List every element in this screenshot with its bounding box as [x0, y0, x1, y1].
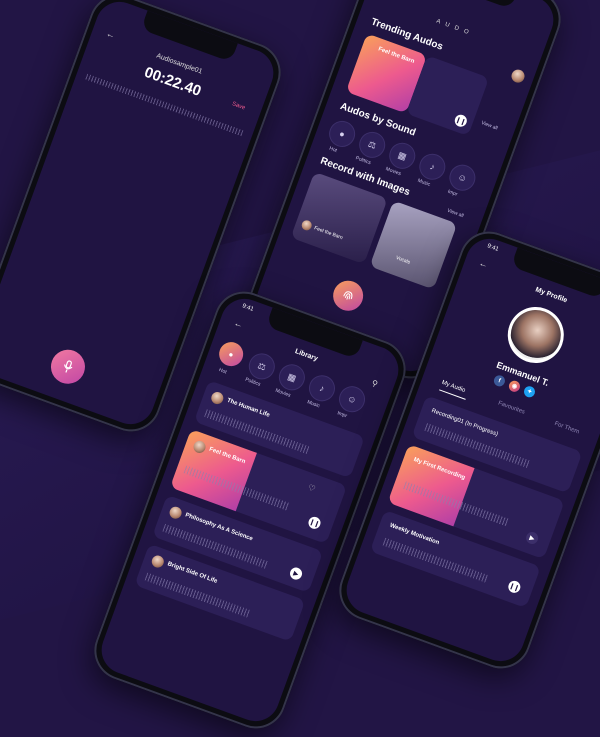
play-button[interactable]: ▶ — [288, 565, 304, 582]
profile-photo — [503, 302, 568, 368]
track-title: The Human Life — [226, 397, 271, 419]
image-card-title: Feel the Barn — [313, 225, 344, 242]
track-cover — [169, 428, 257, 512]
waveform-bar — [54, 174, 69, 210]
fingerprint-record-button[interactable] — [328, 276, 368, 315]
waveform-bar — [196, 235, 203, 250]
play-button[interactable]: ❙❙ — [453, 113, 469, 129]
image-card-title: Vocals — [394, 255, 411, 266]
tab-favourites[interactable]: Favourites — [497, 400, 525, 415]
category-label: Hot — [218, 367, 228, 376]
category-label: Hot — [328, 145, 338, 154]
twitter-icon[interactable]: ✦ — [522, 384, 537, 399]
avatar — [167, 505, 184, 521]
waveform-bar — [173, 220, 185, 249]
trending-view-all-link[interactable]: View all — [480, 120, 498, 132]
waveform-bar — [174, 217, 189, 254]
images-view-all-link[interactable]: View all — [446, 208, 464, 220]
tab-for-them[interactable]: For Them — [554, 421, 580, 435]
track-waveform — [144, 572, 251, 618]
waveform-bar — [109, 178, 136, 250]
category-label: Impr — [336, 410, 348, 420]
category-hot-button[interactable]: ● — [215, 338, 247, 370]
user-avatar[interactable] — [509, 67, 527, 85]
image-card-vocals[interactable]: Vocals — [369, 200, 458, 290]
featured-track-title: Feel the Barn — [377, 46, 416, 66]
profile-avatar — [499, 299, 572, 371]
sound-categories: ● Hot ⚖ Politics ▦ Movies ♪ Music ☺ Impr — [325, 0, 560, 198]
avatar — [300, 218, 314, 232]
heart-icon[interactable]: ♡ — [307, 483, 317, 494]
waveform-bar — [75, 166, 104, 239]
waveform-bar — [106, 184, 129, 241]
category-label: Impr — [446, 188, 459, 198]
facebook-icon[interactable]: f — [492, 373, 507, 388]
recording-cover — [387, 444, 475, 527]
pause-button[interactable]: ❙❙ — [506, 579, 523, 595]
record-mic-button[interactable] — [46, 344, 90, 389]
waveform-bar — [117, 179, 147, 257]
avatar — [150, 553, 166, 570]
microphone-icon — [63, 360, 73, 373]
status-time: 9:41 — [241, 303, 255, 313]
fingerprint-icon — [343, 291, 353, 300]
instagram-icon[interactable]: ◉ — [507, 379, 522, 394]
status-time: 9:41 — [486, 243, 500, 253]
waveform-bar — [115, 191, 134, 239]
avatar — [209, 390, 226, 406]
pause-button[interactable]: ❙❙ — [306, 515, 323, 531]
waveform-bar — [98, 172, 128, 250]
audio-waveform — [39, 166, 210, 262]
play-button[interactable]: ▶ — [524, 530, 540, 546]
waveform-bar — [44, 173, 56, 202]
track-title: Bright Side Of Life — [166, 561, 219, 585]
notch — [420, 0, 518, 10]
search-icon[interactable]: ⚲ — [370, 378, 379, 388]
